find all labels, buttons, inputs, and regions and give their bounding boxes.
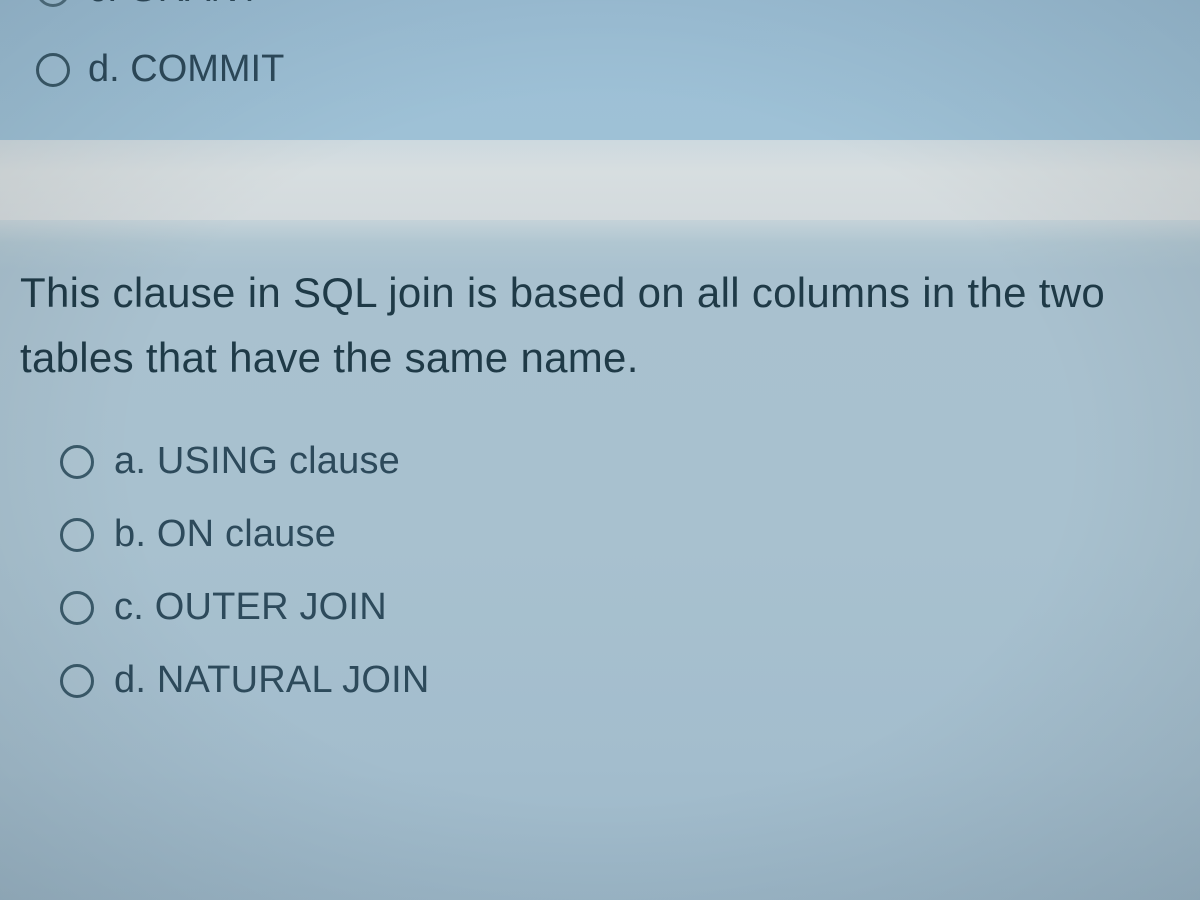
radio-icon[interactable] xyxy=(36,0,70,7)
question-text: This clause in SQL join is based on all … xyxy=(20,260,1200,390)
options-group: a. USING clause b. ON clause c. OUTER JO… xyxy=(60,440,430,732)
question-line-2: tables that have the same name. xyxy=(20,325,1200,390)
option-a-label: a. USING clause xyxy=(114,440,400,483)
prev-option-d[interactable]: d. COMMIT xyxy=(36,48,284,91)
radio-icon[interactable] xyxy=(60,591,94,625)
quiz-screen: c. GRANT d. COMMIT This clause in SQL jo… xyxy=(0,0,1200,900)
divider-band xyxy=(0,140,1200,220)
option-d-label: d. NATURAL JOIN xyxy=(114,659,430,702)
option-b-label: b. ON clause xyxy=(114,513,336,556)
option-a[interactable]: a. USING clause xyxy=(60,440,430,483)
option-c-label: c. OUTER JOIN xyxy=(114,586,387,629)
question-line-1: This clause in SQL join is based on all … xyxy=(20,260,1200,325)
prev-option-d-label: d. COMMIT xyxy=(88,48,284,91)
prev-option-c[interactable]: c. GRANT xyxy=(36,0,261,11)
option-b[interactable]: b. ON clause xyxy=(60,513,430,556)
radio-icon[interactable] xyxy=(36,53,70,87)
prev-option-c-label: c. GRANT xyxy=(88,0,261,11)
radio-icon[interactable] xyxy=(60,664,94,698)
option-d[interactable]: d. NATURAL JOIN xyxy=(60,659,430,702)
option-c[interactable]: c. OUTER JOIN xyxy=(60,586,430,629)
radio-icon[interactable] xyxy=(60,518,94,552)
radio-icon[interactable] xyxy=(60,445,94,479)
